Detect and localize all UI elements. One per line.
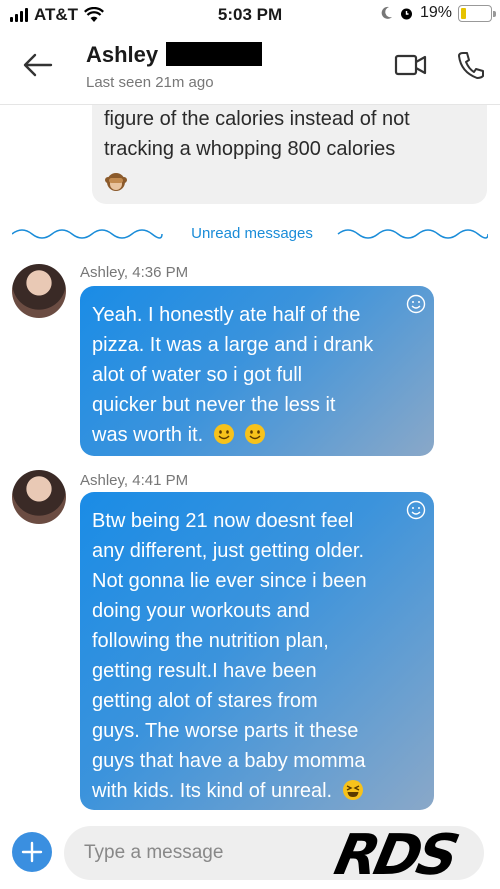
plus-icon	[21, 841, 43, 863]
back-arrow-icon[interactable]	[22, 50, 54, 80]
status-bar: AT&T 5:03 PM 19%	[0, 0, 500, 30]
status-right: 19%	[381, 4, 496, 22]
grinning-squint-face-icon	[342, 780, 363, 800]
add-reaction-icon[interactable]	[406, 294, 426, 314]
smiling-face-icon	[245, 424, 266, 444]
message-line: getting result.I have been	[92, 660, 317, 682]
message-line: was worth it.	[92, 424, 204, 446]
previous-message-bubble[interactable]: figure of the calories instead of not tr…	[92, 92, 487, 204]
avatar[interactable]	[12, 264, 66, 318]
message-input-placeholder: Type a message	[84, 842, 224, 863]
message-last-line: was worth it.	[92, 420, 420, 450]
contact-name[interactable]: Ashley	[86, 42, 158, 68]
smiling-face-icon	[213, 424, 234, 444]
message-line: Not gonna lie ever since i been	[92, 570, 367, 592]
message-line: pizza. It was a large and i drank	[92, 334, 374, 356]
message-bubble[interactable]: Btw being 21 now doesnt feel any differe…	[80, 492, 434, 810]
message-line: tracking a whopping 800 calories	[104, 138, 396, 160]
unread-messages-label: Unread messages	[191, 225, 313, 242]
moon-icon	[381, 6, 392, 19]
message-line: alot of water so i got full	[92, 364, 303, 386]
message-line: guys. The worse parts it these	[92, 720, 359, 742]
message-line: figure of the calories instead of not	[104, 108, 410, 130]
alarm-icon	[400, 8, 412, 19]
message-line: Yeah. I honestly ate half of the	[92, 304, 361, 326]
message-last-line: with kids. Its kind of unreal.	[92, 776, 420, 806]
add-attachment-button[interactable]	[12, 832, 52, 872]
message-line: Btw being 21 now doesnt feel	[92, 510, 354, 532]
message-bubble[interactable]: Yeah. I honestly ate half of the pizza. …	[80, 286, 434, 456]
message-line: doing your workouts and	[92, 600, 310, 622]
message-line: quicker but never the less it	[92, 394, 336, 416]
message-line: guys that have a baby momma	[92, 750, 366, 772]
unread-divider: Unread messages	[12, 222, 488, 246]
last-seen-status: Last seen 21m ago	[86, 74, 214, 91]
message-line: any different, just getting older.	[92, 540, 365, 562]
phone-call-icon[interactable]	[456, 50, 484, 80]
battery-icon	[458, 4, 496, 22]
video-call-icon[interactable]	[394, 52, 428, 78]
message-line: following the nutrition plan,	[92, 630, 329, 652]
battery-percent: 19%	[419, 4, 452, 21]
message-meta: Ashley, 4:36 PM	[80, 264, 189, 281]
message-line: with kids. Its kind of unreal.	[92, 780, 333, 802]
rds-watermark: RDS	[329, 823, 461, 888]
see-no-evil-monkey-icon	[105, 173, 127, 191]
avatar[interactable]	[12, 470, 66, 524]
redaction-bar	[166, 42, 262, 66]
message-line: getting alot of stares from	[92, 690, 318, 712]
message-meta: Ashley, 4:41 PM	[80, 472, 189, 489]
add-reaction-icon[interactable]	[406, 500, 426, 520]
chat-header: Ashley Last seen 21m ago	[0, 30, 500, 105]
